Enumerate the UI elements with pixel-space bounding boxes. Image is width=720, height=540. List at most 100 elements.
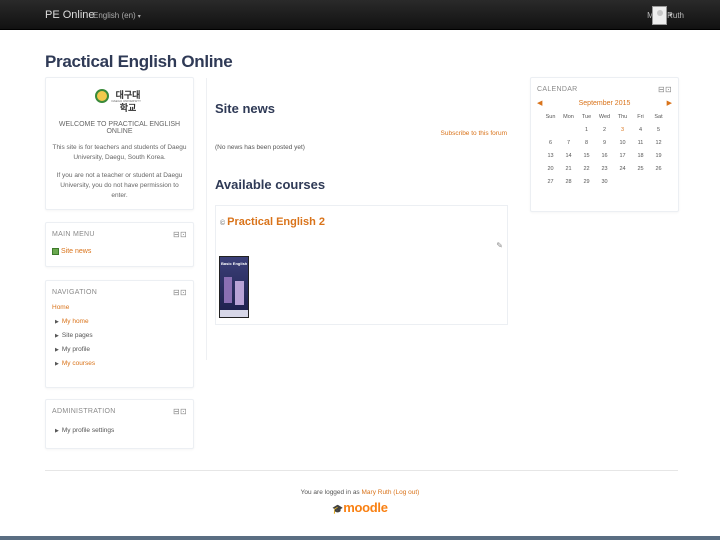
block-dock-icon[interactable]: ⊟⊡: [173, 407, 187, 416]
calendar-week-row: 6 7 8 9 10 11 12: [542, 136, 668, 149]
login-info: You are logged in as Mary Ruth (Log out): [0, 489, 720, 496]
calendar-day[interactable]: 2: [596, 123, 614, 136]
course-title: Practical English 2: [227, 216, 325, 228]
course-link[interactable]: © Practical English 2: [220, 216, 325, 228]
login-info-prefix: You are logged in as: [300, 489, 360, 496]
calendar-day[interactable]: 12: [650, 136, 668, 149]
block-dock-icon[interactable]: ⊟⊡: [173, 230, 187, 239]
welcome-paragraph-2: If you are not a teacher or student at D…: [56, 172, 183, 199]
calendar-day[interactable]: 22: [578, 162, 596, 175]
footer-divider: [45, 470, 678, 471]
calendar-block: CALENDAR ⊟⊡ ◀ September 2015 ▶ Sun Mon Tue…: [530, 77, 679, 212]
logged-user-link[interactable]: Mary Ruth: [362, 489, 392, 496]
calendar-title: CALENDAR: [537, 86, 578, 93]
moodle-logo[interactable]: 🎓moodle: [0, 500, 720, 515]
calendar-day[interactable]: 6: [542, 136, 560, 149]
nav-item-my-profile[interactable]: ▶ My profile: [55, 346, 187, 353]
calendar-day[interactable]: 16: [596, 149, 614, 162]
site-brand-link[interactable]: PE Online: [45, 9, 95, 21]
edit-icon[interactable]: ✎: [496, 241, 503, 250]
calendar-day[interactable]: 7: [560, 136, 578, 149]
calendar-weekday: Sat: [654, 113, 663, 120]
calendar-day[interactable]: 1: [578, 123, 596, 136]
calendar-day[interactable]: 24: [614, 162, 632, 175]
calendar-weekday: Thu: [617, 113, 628, 120]
calendar-day: [614, 175, 632, 188]
calendar-day[interactable]: 14: [560, 149, 578, 162]
calendar-day[interactable]: 25: [632, 162, 650, 175]
main-menu-item-label: Site news: [61, 248, 92, 255]
cover-figure: [224, 277, 232, 303]
block-dock-icon[interactable]: ⊟⊡: [173, 288, 187, 297]
calendar-day[interactable]: 18: [632, 149, 650, 162]
calendar-day[interactable]: 29: [578, 175, 596, 188]
calendar-day[interactable]: 10: [614, 136, 632, 149]
bottom-stripe: [0, 536, 720, 540]
seal-icon: [94, 89, 109, 103]
expand-arrow-icon: ▶: [55, 319, 59, 325]
user-menu-chevron-icon[interactable]: ▾: [669, 11, 673, 19]
nav-item-site-pages[interactable]: ▶ Site pages: [55, 332, 187, 339]
next-month-icon[interactable]: ▶: [667, 99, 672, 107]
nav-item-label: My home: [61, 318, 89, 325]
calendar-day[interactable]: 17: [614, 149, 632, 162]
available-courses-heading: Available courses: [215, 177, 326, 192]
calendar-day[interactable]: 21: [560, 162, 578, 175]
logout-link[interactable]: (Log out): [393, 489, 419, 496]
mortarboard-icon: 🎓: [332, 504, 344, 514]
calendar-day[interactable]: 9: [596, 136, 614, 149]
calendar-day[interactable]: 19: [650, 149, 668, 162]
previous-month-icon[interactable]: ◀: [537, 99, 542, 107]
nav-item-label: My courses: [61, 360, 96, 367]
cover-base: [220, 310, 248, 317]
top-navbar: PE Online English (en)▾ Mary Ruth ▾: [0, 0, 720, 30]
calendar-day[interactable]: 30: [596, 175, 614, 188]
calendar-day[interactable]: 8: [578, 136, 596, 149]
administration-block: ADMINISTRATION ⊟⊡ ▶ My profile settings: [45, 399, 194, 449]
block-dock-icon[interactable]: ⊟⊡: [658, 85, 672, 94]
expand-arrow-icon: ▶: [55, 361, 59, 367]
language-menu[interactable]: English (en) ▾: [93, 11, 141, 20]
main-menu-item-site-news[interactable]: Site news: [52, 248, 187, 255]
calendar-month[interactable]: September 2015: [579, 100, 631, 107]
subscribe-forum-link[interactable]: Subscribe to this forum: [441, 130, 507, 137]
language-label: English (en): [93, 11, 136, 20]
calendar-day: [542, 123, 560, 136]
block-header: MAIN MENU ⊟⊡: [46, 223, 193, 239]
nav-item-my-courses[interactable]: ▶ My courses: [55, 360, 187, 367]
calendar-day[interactable]: 28: [560, 175, 578, 188]
forum-icon: [52, 248, 59, 255]
block-header: NAVIGATION ⊟⊡: [46, 281, 193, 297]
calendar-day[interactable]: 3: [614, 123, 632, 136]
calendar-weekday: Mon: [563, 113, 574, 120]
nav-item-home[interactable]: Home: [52, 304, 187, 311]
calendar-day: [560, 123, 578, 136]
calendar-day[interactable]: 5: [650, 123, 668, 136]
calendar-day[interactable]: 26: [650, 162, 668, 175]
calendar-day[interactable]: 20: [542, 162, 560, 175]
main-menu-block: MAIN MENU ⊟⊡ Site news: [45, 222, 194, 267]
calendar-week-row: 12345: [542, 123, 668, 136]
calendar-grid: Sun Mon Tue Wed Thu Fri Sat 1 2 3 4 5 6 7 8 9 10 11 12 13 1…: [542, 110, 668, 188]
calendar-day[interactable]: 23: [596, 162, 614, 175]
calendar-day[interactable]: 4: [632, 123, 650, 136]
admin-item-my-profile-settings[interactable]: ▶ My profile settings: [55, 427, 187, 434]
calendar-day[interactable]: 15: [578, 149, 596, 162]
nav-item-label: My profile: [61, 346, 91, 353]
nav-item-my-home[interactable]: ▶ My home: [55, 318, 187, 325]
avatar[interactable]: [652, 6, 667, 25]
calendar-day: [632, 175, 650, 188]
calendar-week-row: 13 14 15 16 17 18 19: [542, 149, 668, 162]
nav-item-label: Site pages: [61, 332, 93, 339]
block-header: CALENDAR ⊟⊡: [531, 78, 678, 94]
chevron-down-icon: ▾: [137, 14, 141, 20]
course-image[interactable]: Basic English: [219, 256, 249, 318]
calendar-weekday: Tue: [581, 113, 592, 120]
welcome-heading: WELCOME TO PRACTICAL ENGLISH ONLINE: [58, 121, 181, 135]
calendar-day[interactable]: 13: [542, 149, 560, 162]
calendar-day[interactable]: 11: [632, 136, 650, 149]
calendar-day[interactable]: 27: [542, 175, 560, 188]
site-news-heading: Site news: [215, 101, 275, 116]
page-title: Practical English Online: [45, 52, 233, 71]
admin-item-label: My profile settings: [61, 427, 115, 434]
